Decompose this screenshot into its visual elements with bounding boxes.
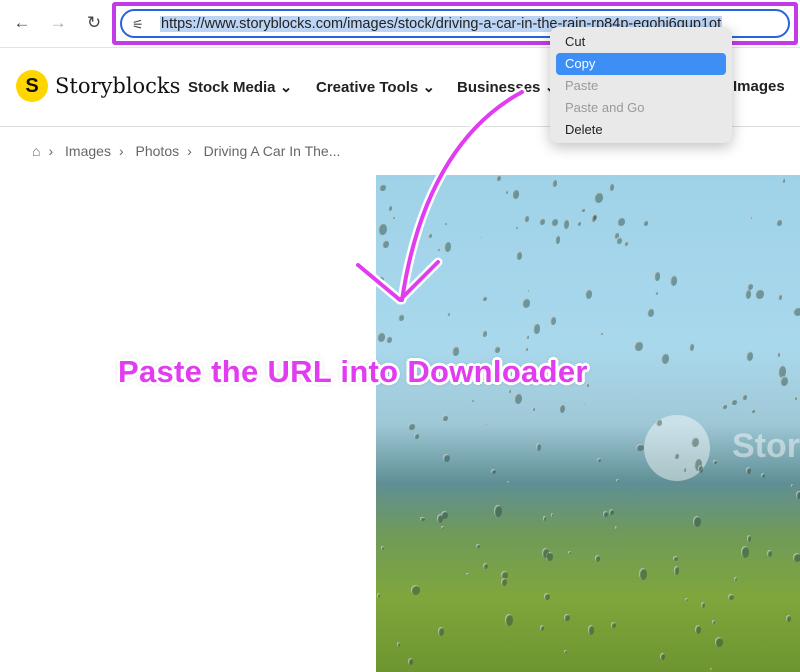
annotation-text: Paste the URL into Downloader [118, 354, 588, 389]
context-menu: Cut Copy Paste Paste and Go Delete [550, 27, 732, 143]
menu-item-cut[interactable]: Cut [556, 31, 726, 53]
menu-item-copy[interactable]: Copy [556, 53, 726, 75]
menu-item-paste-and-go: Paste and Go [565, 100, 645, 115]
menu-item-paste: Paste [565, 78, 599, 93]
menu-item-delete[interactable]: Delete [556, 119, 726, 141]
